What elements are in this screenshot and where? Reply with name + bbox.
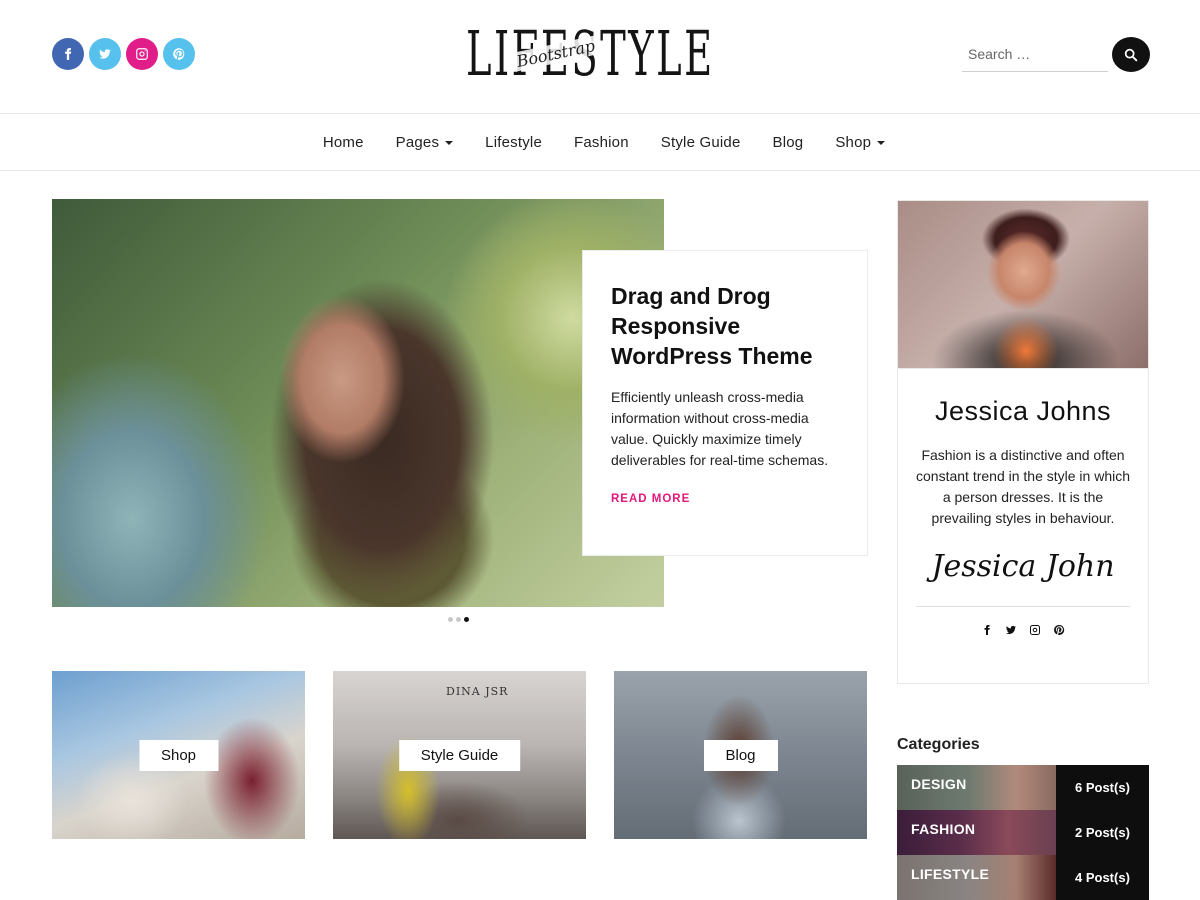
slider-dot[interactable] xyxy=(448,617,453,622)
promo-tile-shop[interactable]: Shop xyxy=(52,671,305,839)
slider-dots xyxy=(448,617,469,622)
search-icon xyxy=(1124,48,1138,61)
caret-down-icon xyxy=(445,141,454,145)
author-bio: Fashion is a distinctive and often const… xyxy=(916,447,1131,526)
facebook-icon[interactable] xyxy=(52,38,84,70)
category-item-lifestyle[interactable]: LIFESTYLE 4 Post(s) xyxy=(897,855,1149,900)
promo-tile-blog[interactable]: Blog xyxy=(614,671,867,839)
tile-label: Shop xyxy=(138,740,219,771)
category-item-design[interactable]: DESIGN 6 Post(s) xyxy=(897,765,1149,810)
instagram-icon[interactable] xyxy=(126,38,158,70)
hero-excerpt: Efficiently unleash cross-media informat… xyxy=(611,389,829,468)
hero-slide-image[interactable] xyxy=(52,199,664,607)
nav-label: Lifestyle xyxy=(485,133,542,151)
read-more-link[interactable]: READ MORE xyxy=(611,493,690,505)
category-name: FASHION xyxy=(897,810,1056,855)
category-count: 4 Post(s) xyxy=(1056,855,1149,900)
twitter-icon[interactable] xyxy=(89,38,121,70)
slider-dot-active[interactable] xyxy=(464,617,469,622)
author-signature: Jessica John xyxy=(931,549,1115,584)
tile-photo-sign: DINA JSR xyxy=(446,685,509,698)
hero-photo xyxy=(52,199,664,607)
categories-list: DESIGN 6 Post(s) FASHION 2 Post(s) LIFES… xyxy=(897,765,1149,900)
nav-label: Style Guide xyxy=(660,133,741,151)
search-button[interactable] xyxy=(1112,37,1150,72)
nav-label: Home xyxy=(322,133,364,151)
header-social-links xyxy=(52,38,195,70)
tile-label: Blog xyxy=(703,740,778,771)
nav-item-lifestyle[interactable]: Lifestyle xyxy=(469,134,558,151)
nav-item-blog[interactable]: Blog xyxy=(757,134,820,151)
category-name: DESIGN xyxy=(897,765,1056,810)
divider xyxy=(916,606,1130,607)
pinterest-icon[interactable] xyxy=(1052,623,1066,637)
hero-card: Drag and Drog Responsive WordPress Theme… xyxy=(582,250,868,556)
categories-heading: Categories xyxy=(897,736,980,753)
nav-item-fashion[interactable]: Fashion xyxy=(558,134,645,151)
twitter-icon[interactable] xyxy=(1004,623,1018,637)
nav-label: Fashion xyxy=(574,133,629,151)
author-photo xyxy=(898,201,1148,369)
category-count: 2 Post(s) xyxy=(1056,810,1149,855)
tile-label: Style Guide xyxy=(398,740,521,771)
category-count: 6 Post(s) xyxy=(1056,765,1149,810)
site-header: LIFESTYLE Bootstrap xyxy=(0,0,1200,114)
hero-title[interactable]: Drag and Drog Responsive WordPress Theme xyxy=(611,281,839,371)
nav-item-pages[interactable]: Pages xyxy=(380,134,470,151)
nav-item-home[interactable]: Home xyxy=(307,134,380,151)
author-social-links xyxy=(898,623,1148,637)
search-input[interactable] xyxy=(962,38,1108,70)
nav-label: Shop xyxy=(835,133,872,151)
nav-label: Blog xyxy=(772,133,804,151)
nav-label: Pages xyxy=(395,133,440,151)
nav-item-shop[interactable]: Shop xyxy=(819,134,901,151)
facebook-icon[interactable] xyxy=(980,623,994,637)
slider-dot[interactable] xyxy=(456,617,461,622)
caret-down-icon xyxy=(877,141,886,145)
author-name: Jessica Johns xyxy=(934,396,1112,426)
site-logo[interactable]: LIFESTYLE Bootstrap xyxy=(466,18,732,90)
category-name: LIFESTYLE xyxy=(897,855,1056,900)
main-nav: Home Pages Lifestyle Fashion Style Guide… xyxy=(0,114,1200,171)
promo-tile-style-guide[interactable]: DINA JSR Style Guide xyxy=(333,671,586,839)
author-profile-widget: Jessica Johns Fashion is a distinctive a… xyxy=(897,200,1149,684)
nav-item-style-guide[interactable]: Style Guide xyxy=(645,134,757,151)
instagram-icon[interactable] xyxy=(1028,623,1042,637)
pinterest-icon[interactable] xyxy=(163,38,195,70)
search-field xyxy=(962,38,1108,72)
category-item-fashion[interactable]: FASHION 2 Post(s) xyxy=(897,810,1149,855)
